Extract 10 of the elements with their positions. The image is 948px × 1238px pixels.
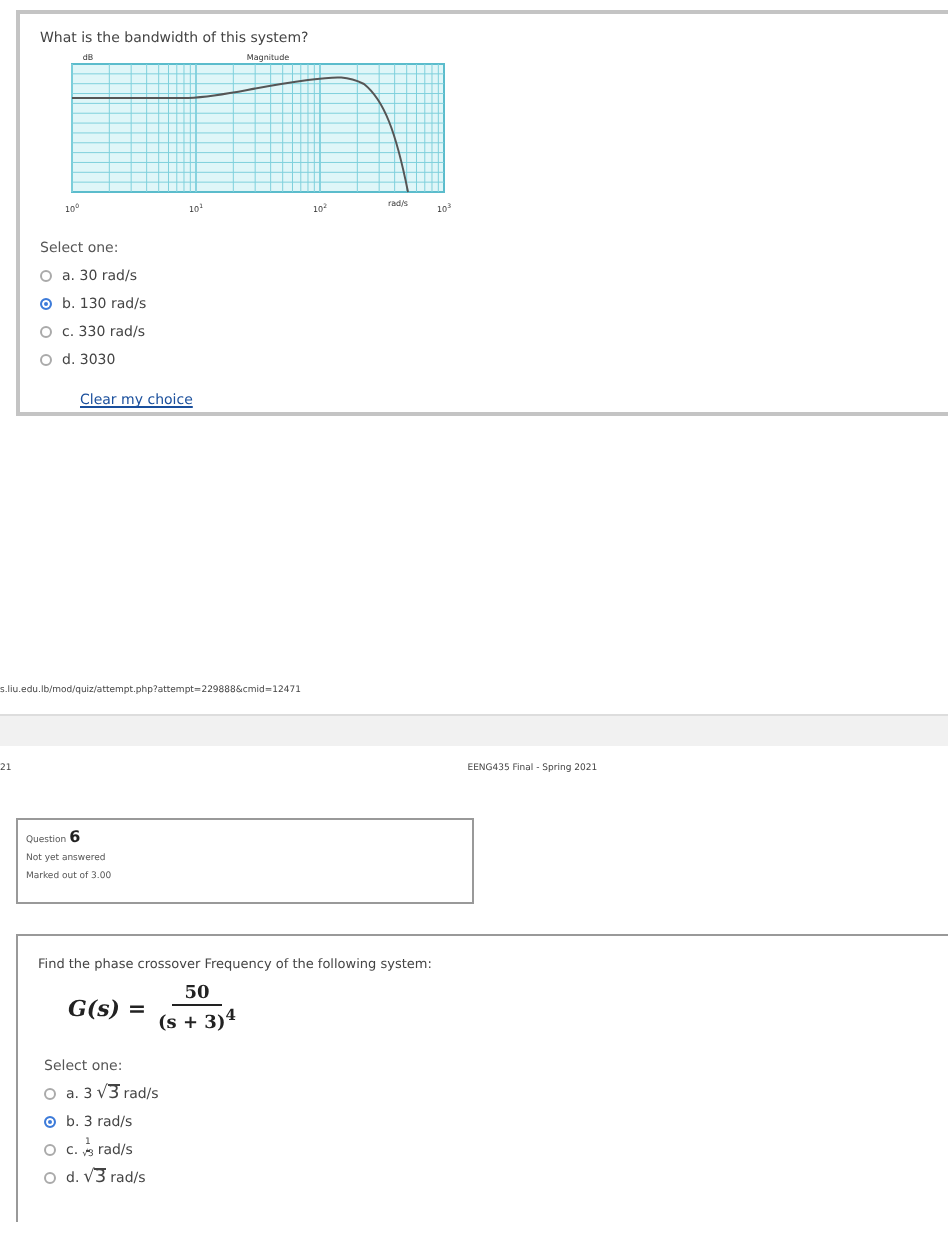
transfer-function-fraction: 50 (s + 3)$^{4}$ — [158, 984, 236, 1034]
formula-lhs: G(s) = — [68, 996, 147, 1022]
radio-button[interactable] — [44, 1144, 56, 1156]
radio-button[interactable] — [40, 354, 52, 366]
radio-button[interactable] — [40, 270, 52, 282]
radio-button[interactable] — [40, 326, 52, 338]
radio-button[interactable] — [44, 1116, 56, 1128]
radio-button[interactable] — [44, 1172, 56, 1184]
radio-button[interactable] — [40, 298, 52, 310]
radio-button[interactable] — [44, 1088, 56, 1100]
